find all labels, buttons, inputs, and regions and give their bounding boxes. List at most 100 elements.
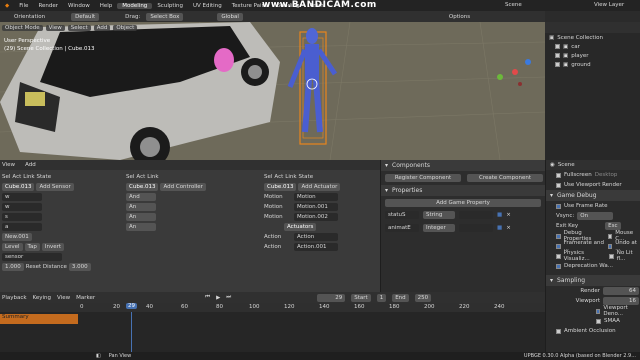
controller-type-dropdown[interactable]: An [126, 223, 156, 231]
actuator-name[interactable]: Motion [294, 193, 338, 201]
info-icon[interactable]: ■ [497, 225, 502, 231]
nolit-checkbox[interactable] [609, 253, 614, 259]
sensor-state-toggle[interactable]: State [37, 174, 52, 180]
marker-menu[interactable]: Marker [76, 295, 95, 301]
components-header[interactable]: ▾ Components [381, 160, 545, 171]
deprecation-checkbox[interactable] [556, 263, 561, 269]
reset-distance-field[interactable]: 3.000 [68, 263, 91, 271]
sensor-name-field[interactable]: w [2, 193, 42, 201]
mode-dropdown[interactable]: Object Mode [2, 24, 43, 31]
logic-menu-add[interactable]: Add [25, 162, 36, 168]
add-game-property-button[interactable]: Add Game Property [385, 199, 541, 207]
play-icon[interactable]: ▶ [216, 295, 220, 301]
smaa-checkbox[interactable] [596, 318, 601, 324]
sensor-name-field[interactable]: a [2, 223, 42, 231]
controller-type-dropdown[interactable]: An [126, 213, 156, 221]
property-value-field[interactable] [459, 224, 493, 232]
actuator-sel-toggle[interactable]: Sel [264, 174, 272, 180]
start-frame-field[interactable]: 1 [376, 293, 387, 302]
menu-help[interactable]: Help [95, 3, 118, 9]
end-frame-field[interactable]: 250 [414, 293, 432, 302]
add-controller-dropdown[interactable]: Add Controller [160, 183, 206, 191]
tab-modeling[interactable]: Modeling [117, 2, 153, 9]
timeline-view-menu[interactable]: View [57, 295, 70, 301]
properties-header[interactable]: ▾ Properties [381, 185, 545, 196]
orientation-dropdown[interactable]: Default [71, 12, 100, 21]
outliner-item-car[interactable]: ▣ car [545, 42, 640, 51]
outliner-item-ground[interactable]: ▣ ground [545, 60, 640, 69]
actuator-link-toggle[interactable]: Link [285, 174, 296, 180]
blender-logo-icon[interactable]: ◆ [0, 3, 14, 9]
actuator-state-toggle[interactable]: State [299, 174, 314, 180]
add-sensor-dropdown[interactable]: Add Sensor [36, 183, 74, 191]
actuator-name[interactable]: Action [294, 233, 338, 241]
actuator-name[interactable]: Motion.002 [294, 213, 338, 221]
ambient-occlusion-checkbox[interactable] [556, 328, 561, 334]
sampling-header[interactable]: Sampling [557, 277, 585, 284]
playback-menu[interactable]: Playback [2, 295, 27, 301]
sensor-link-toggle[interactable]: Link [23, 174, 34, 180]
controller-sel-toggle[interactable]: Sel [126, 174, 134, 180]
viewport-menu-view[interactable]: View [45, 24, 65, 31]
scene-selector[interactable]: Scene [505, 2, 522, 8]
level-button[interactable]: Level [2, 243, 23, 251]
tap-button[interactable]: Tap [24, 243, 40, 251]
actuator-name[interactable]: Action.001 [294, 243, 338, 251]
frame-ruler[interactable]: 0 20 29 40 60 80 100 120 140 160 180 200… [0, 303, 545, 312]
3d-viewport[interactable] [0, 22, 545, 160]
actuator-type[interactable]: Action [264, 234, 292, 240]
actuator-type[interactable]: Motion [264, 214, 292, 220]
vsync-dropdown[interactable]: On [577, 212, 614, 220]
undo-checkbox[interactable] [607, 243, 613, 249]
current-frame-field[interactable]: 29 [317, 293, 346, 302]
summary-track[interactable]: Summary [0, 314, 78, 324]
controller-act-toggle[interactable]: Act [136, 174, 145, 180]
keying-menu[interactable]: Keying [33, 295, 51, 301]
playhead-frame[interactable]: 29 [126, 303, 137, 309]
use-frame-rate-checkbox[interactable] [556, 203, 561, 209]
actuator-type[interactable]: Motion [264, 204, 292, 210]
viewport-menu-select[interactable]: Select [67, 24, 91, 31]
actuator-type[interactable]: Motion [264, 194, 292, 200]
create-component-button[interactable]: Create Component [467, 174, 543, 182]
frequency-field[interactable]: 1.000 [2, 263, 24, 271]
actuator-type[interactable]: Action [264, 244, 292, 250]
checkbox-icon[interactable] [555, 62, 560, 67]
viewport-menu-object[interactable]: Object [113, 24, 138, 31]
actuator-act-toggle[interactable]: Act [274, 174, 283, 180]
drag-dropdown[interactable]: Select Box [146, 12, 184, 21]
property-type-dropdown[interactable]: String [423, 211, 455, 219]
transform-orientation-dropdown[interactable]: Global [217, 12, 243, 21]
exit-key-field[interactable]: Esc [605, 222, 621, 230]
checkbox-icon[interactable] [555, 53, 560, 58]
checkbox-icon[interactable] [555, 44, 560, 49]
sensor-name-field[interactable]: s [2, 213, 42, 221]
menu-render[interactable]: Render [33, 3, 63, 9]
viewport-menu-add[interactable]: Add [93, 24, 111, 31]
jump-end-icon[interactable]: ⏭ [226, 294, 231, 301]
use-viewport-checkbox[interactable] [556, 182, 561, 188]
property-value-field[interactable] [459, 211, 493, 219]
framerate-checkbox[interactable] [556, 243, 561, 249]
invert-button[interactable]: Invert [41, 243, 65, 251]
controller-type-dropdown[interactable]: An [126, 203, 156, 211]
logic-menu-view[interactable]: View [2, 162, 15, 168]
menu-file[interactable]: File [14, 3, 33, 9]
sensor-sel-toggle[interactable]: Sel [2, 174, 10, 180]
add-actuator-dropdown[interactable]: Add Actuator [298, 183, 341, 191]
viewport-denoise-checkbox[interactable] [596, 308, 601, 314]
render-samples-field[interactable]: 64 [603, 287, 639, 295]
tab-uv-editing[interactable]: UV Editing [188, 3, 227, 9]
sensor-name-input[interactable]: sensor [2, 253, 62, 261]
jump-start-icon[interactable]: ⏮ [205, 294, 210, 301]
close-icon[interactable]: × [506, 225, 511, 231]
viewport-samples-field[interactable]: 16 [603, 297, 639, 305]
property-name-field[interactable]: animatE [385, 224, 419, 232]
game-debug-header[interactable]: Game Debug [557, 192, 597, 199]
physics-checkbox[interactable] [556, 253, 561, 259]
property-name-field[interactable]: statuS [385, 211, 419, 219]
actuator-name[interactable]: Motion.001 [294, 203, 338, 211]
info-icon[interactable]: ■ [497, 212, 502, 218]
sensor-act-toggle[interactable]: Act [12, 174, 21, 180]
outliner-item-player[interactable]: ▣ player [545, 51, 640, 60]
